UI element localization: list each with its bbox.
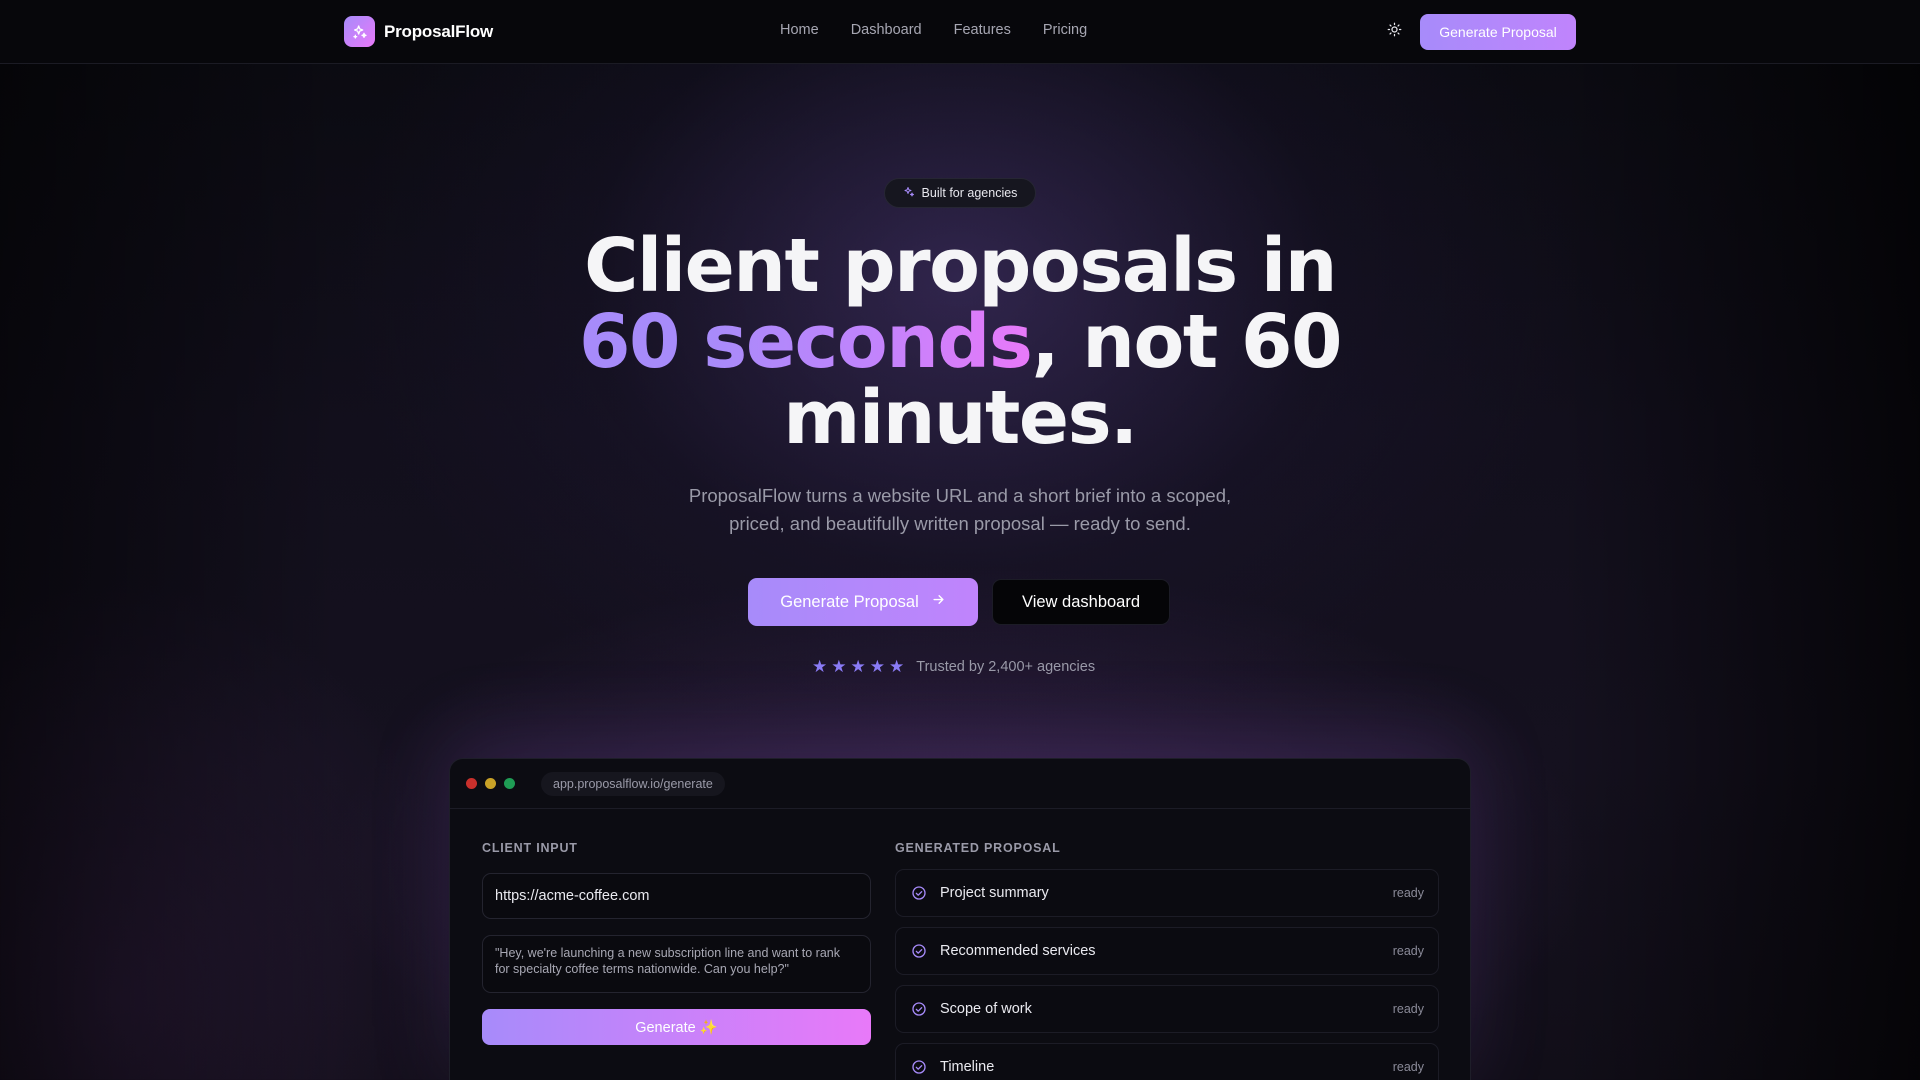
check-circle-icon <box>910 884 928 902</box>
proposal-section-status: ready <box>1392 1060 1424 1074</box>
website-url-input[interactable] <box>482 873 871 919</box>
check-circle-icon <box>910 942 928 960</box>
proposal-section-status: ready <box>1392 1002 1424 1016</box>
window-close-dot <box>466 778 477 789</box>
window-minimize-dot <box>485 778 496 789</box>
hero-badge-label: Built for agencies <box>921 186 1018 200</box>
headline-accent-60: 60 <box>579 299 680 385</box>
sparkles-icon <box>903 186 915 201</box>
trust-row: ★ ★ ★ ★ ★ Trusted by 2,400+ agencies <box>812 657 1095 677</box>
nav-link-dashboard[interactable]: Dashboard <box>851 22 922 38</box>
headline-accent-seconds: seconds <box>703 299 1033 385</box>
list-item[interactable]: Recommended services ready <box>895 927 1439 975</box>
brand-name: ProposalFlow <box>384 21 494 41</box>
star-icon: ★ <box>831 657 847 676</box>
app-preview-window: app.proposalflow.io/generate CLIENT INPU… <box>449 758 1471 1080</box>
proposal-section-title: Timeline <box>940 1059 995 1075</box>
star-icon: ★ <box>889 657 905 676</box>
hero-generate-proposal-label: Generate Proposal <box>780 592 919 611</box>
list-item[interactable]: Timeline ready <box>895 1043 1439 1080</box>
generated-proposal-label: GENERATED PROPOSAL <box>895 841 1061 855</box>
hero-badge: Built for agencies <box>884 178 1036 208</box>
check-circle-icon <box>910 1000 928 1018</box>
list-item[interactable]: Scope of work ready <box>895 985 1439 1033</box>
window-url: app.proposalflow.io/generate <box>541 771 725 796</box>
nav-links: Home Dashboard Features Pricing <box>780 22 1087 38</box>
hero-headline: Client proposals in 60 seconds, not 60 m… <box>560 228 1360 456</box>
window-titlebar: app.proposalflow.io/generate <box>450 759 1470 809</box>
client-input-label: CLIENT INPUT <box>482 841 578 855</box>
rating-stars: ★ ★ ★ ★ ★ <box>812 657 904 677</box>
nav-link-pricing[interactable]: Pricing <box>1043 22 1087 38</box>
proposal-section-title: Recommended services <box>940 943 1096 959</box>
trust-text: Trusted by 2,400+ agencies <box>916 659 1096 675</box>
view-dashboard-button[interactable]: View dashboard <box>992 579 1170 625</box>
proposal-section-status: ready <box>1392 944 1424 958</box>
proposal-section-title: Scope of work <box>940 1001 1032 1017</box>
top-nav: ProposalFlow Home Dashboard Features Pri… <box>0 0 1920 64</box>
star-icon: ★ <box>869 657 885 676</box>
client-brief-textarea[interactable]: "Hey, we're launching a new subscription… <box>482 935 871 993</box>
brand[interactable]: ProposalFlow <box>344 16 493 47</box>
nav-link-features[interactable]: Features <box>954 22 1011 38</box>
background-shade-right <box>1560 64 1920 1080</box>
generate-button[interactable]: Generate ✨ <box>482 1009 871 1045</box>
star-icon: ★ <box>850 657 866 676</box>
check-circle-icon <box>910 1058 928 1076</box>
arrow-right-icon <box>931 592 946 612</box>
hero-subtitle: ProposalFlow turns a website URL and a s… <box>688 485 1232 534</box>
list-item[interactable]: Project summary ready <box>895 869 1439 917</box>
nav-generate-proposal-button[interactable]: Generate Proposal <box>1420 14 1576 50</box>
sparkles-icon <box>344 16 375 47</box>
hero-generate-proposal-button[interactable]: Generate Proposal <box>748 578 978 626</box>
theme-toggle-button[interactable] <box>1382 20 1406 44</box>
proposal-sections-list: Project summary ready Recommended servic… <box>895 869 1439 1080</box>
nav-link-home[interactable]: Home <box>780 22 819 38</box>
proposal-section-title: Project summary <box>940 885 1049 901</box>
sun-icon <box>1387 22 1402 42</box>
headline-part-1: Client proposals in <box>584 223 1337 309</box>
proposal-section-status: ready <box>1392 886 1424 900</box>
window-maximize-dot <box>504 778 515 789</box>
star-icon: ★ <box>812 657 828 676</box>
background-shade-left <box>0 64 340 1080</box>
